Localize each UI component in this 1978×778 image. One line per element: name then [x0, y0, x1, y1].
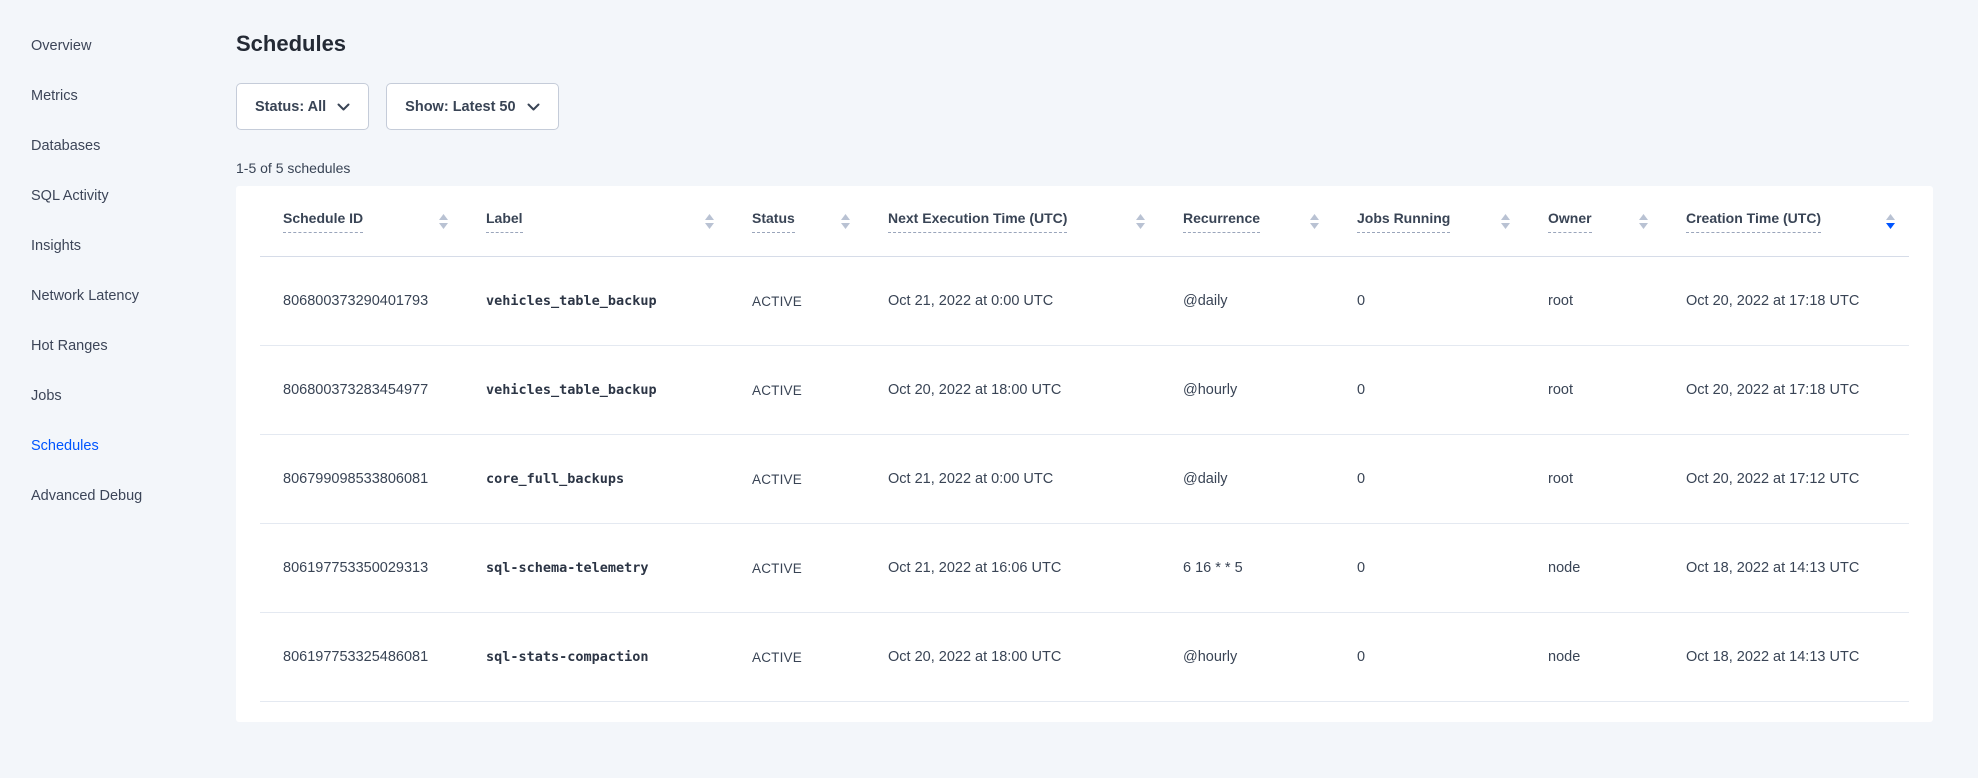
cell-next-execution: Oct 20, 2022 at 18:00 UTC — [888, 346, 1183, 435]
chevron-down-icon — [527, 103, 540, 111]
cell-jobs-running: 0 — [1357, 613, 1548, 702]
cell-schedule-id[interactable]: 806800373283454977 — [260, 346, 486, 435]
sidebar-item-overview[interactable]: Overview — [31, 21, 236, 71]
schedules-table-card: Schedule ID Label Status Next Execution … — [236, 186, 1933, 722]
sort-icon — [439, 214, 448, 229]
cell-jobs-running: 0 — [1357, 435, 1548, 524]
cell-status: ACTIVE — [752, 435, 888, 524]
sidebar-item-metrics[interactable]: Metrics — [31, 71, 236, 121]
cell-owner: node — [1548, 613, 1686, 702]
table-row[interactable]: 806800373290401793vehicles_table_backupA… — [260, 257, 1909, 346]
sort-icon — [1310, 214, 1319, 229]
column-header-recurrence[interactable]: Recurrence — [1183, 186, 1357, 257]
sort-icon — [1501, 214, 1510, 229]
app-window: Overview Metrics Databases SQL Activity … — [0, 0, 1978, 778]
cell-next-execution: Oct 20, 2022 at 18:00 UTC — [888, 613, 1183, 702]
show-filter-label: Show: Latest 50 — [405, 99, 515, 115]
cell-recurrence: 6 16 * * 5 — [1183, 524, 1357, 613]
table-header: Schedule ID Label Status Next Execution … — [260, 186, 1909, 257]
page-title: Schedules — [236, 30, 1933, 57]
sidebar-item-hot-ranges[interactable]: Hot Ranges — [31, 321, 236, 371]
status-filter-dropdown[interactable]: Status: All — [236, 83, 369, 130]
column-header-jobs-running[interactable]: Jobs Running — [1357, 186, 1548, 257]
column-header-owner[interactable]: Owner — [1548, 186, 1686, 257]
show-filter-dropdown[interactable]: Show: Latest 50 — [386, 83, 558, 130]
cell-schedule-id[interactable]: 806800373290401793 — [260, 257, 486, 346]
cell-recurrence: @daily — [1183, 257, 1357, 346]
cell-label: vehicles_table_backup — [486, 346, 752, 435]
column-header-label[interactable]: Label — [486, 186, 752, 257]
sidebar-item-schedules[interactable]: Schedules — [31, 421, 236, 471]
column-header-next-execution-time[interactable]: Next Execution Time (UTC) — [888, 186, 1183, 257]
sidebar-item-sql-activity[interactable]: SQL Activity — [31, 171, 236, 221]
cell-recurrence: @hourly — [1183, 346, 1357, 435]
column-header-schedule-id[interactable]: Schedule ID — [260, 186, 486, 257]
sort-icon — [1886, 214, 1895, 229]
table-row[interactable]: 806799098533806081core_full_backupsACTIV… — [260, 435, 1909, 524]
sidebar-item-jobs[interactable]: Jobs — [31, 371, 236, 421]
cell-jobs-running: 0 — [1357, 346, 1548, 435]
table-row[interactable]: 806800373283454977vehicles_table_backupA… — [260, 346, 1909, 435]
cell-jobs-running: 0 — [1357, 257, 1548, 346]
sidebar: Overview Metrics Databases SQL Activity … — [0, 0, 236, 778]
sort-icon — [705, 214, 714, 229]
cell-label: sql-stats-compaction — [486, 613, 752, 702]
cell-creation-time: Oct 20, 2022 at 17:18 UTC — [1686, 346, 1909, 435]
sidebar-item-databases[interactable]: Databases — [31, 121, 236, 171]
cell-owner: root — [1548, 257, 1686, 346]
cell-creation-time: Oct 20, 2022 at 17:18 UTC — [1686, 257, 1909, 346]
cell-status: ACTIVE — [752, 257, 888, 346]
cell-schedule-id[interactable]: 806197753350029313 — [260, 524, 486, 613]
cell-label: vehicles_table_backup — [486, 257, 752, 346]
cell-label: core_full_backups — [486, 435, 752, 524]
sidebar-item-network-latency[interactable]: Network Latency — [31, 271, 236, 321]
cell-recurrence: @hourly — [1183, 613, 1357, 702]
cell-owner: root — [1548, 435, 1686, 524]
cell-recurrence: @daily — [1183, 435, 1357, 524]
sort-icon — [1639, 214, 1648, 229]
cell-next-execution: Oct 21, 2022 at 16:06 UTC — [888, 524, 1183, 613]
sort-icon — [841, 214, 850, 229]
cell-status: ACTIVE — [752, 524, 888, 613]
results-count: 1-5 of 5 schedules — [236, 160, 1933, 177]
cell-next-execution: Oct 21, 2022 at 0:00 UTC — [888, 257, 1183, 346]
schedules-table: Schedule ID Label Status Next Execution … — [260, 186, 1909, 702]
cell-jobs-running: 0 — [1357, 524, 1548, 613]
filter-bar: Status: All Show: Latest 50 — [236, 83, 1933, 130]
table-row[interactable]: 806197753350029313sql-schema-telemetryAC… — [260, 524, 1909, 613]
cell-schedule-id[interactable]: 806799098533806081 — [260, 435, 486, 524]
cell-status: ACTIVE — [752, 613, 888, 702]
cell-creation-time: Oct 18, 2022 at 14:13 UTC — [1686, 524, 1909, 613]
main-content: Schedules Status: All Show: Latest 50 1-… — [236, 0, 1978, 778]
cell-next-execution: Oct 21, 2022 at 0:00 UTC — [888, 435, 1183, 524]
chevron-down-icon — [337, 103, 350, 111]
sidebar-item-advanced-debug[interactable]: Advanced Debug — [31, 471, 236, 521]
sort-icon — [1136, 214, 1145, 229]
cell-creation-time: Oct 20, 2022 at 17:12 UTC — [1686, 435, 1909, 524]
cell-owner: root — [1548, 346, 1686, 435]
sidebar-item-insights[interactable]: Insights — [31, 221, 236, 271]
column-header-status[interactable]: Status — [752, 186, 888, 257]
cell-label: sql-schema-telemetry — [486, 524, 752, 613]
column-header-creation-time[interactable]: Creation Time (UTC) — [1686, 186, 1909, 257]
status-filter-label: Status: All — [255, 99, 326, 115]
schedules-table-body: 806800373290401793vehicles_table_backupA… — [260, 257, 1909, 702]
cell-owner: node — [1548, 524, 1686, 613]
table-row[interactable]: 806197753325486081sql-stats-compactionAC… — [260, 613, 1909, 702]
cell-schedule-id[interactable]: 806197753325486081 — [260, 613, 486, 702]
cell-status: ACTIVE — [752, 346, 888, 435]
cell-creation-time: Oct 18, 2022 at 14:13 UTC — [1686, 613, 1909, 702]
